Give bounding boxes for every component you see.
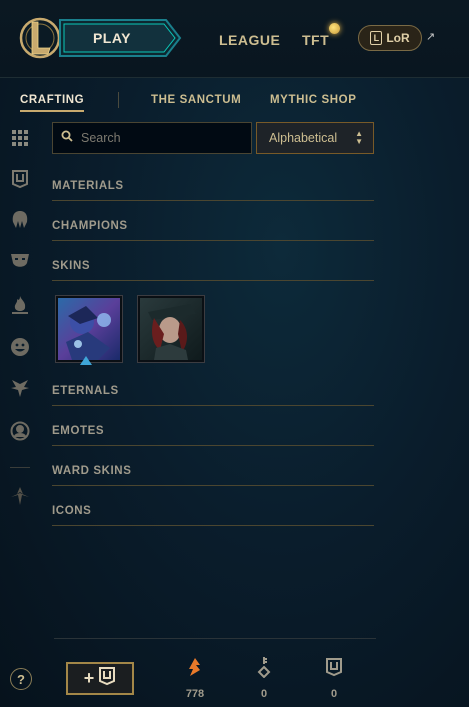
emote-face-icon[interactable] xyxy=(10,337,30,357)
section-label: EMOTES xyxy=(52,425,105,437)
active-tab-underline xyxy=(20,110,84,112)
grid-icon[interactable] xyxy=(10,128,30,148)
section-label: CHAMPIONS xyxy=(52,220,128,232)
search-input[interactable] xyxy=(81,131,241,145)
section-label: MATERIALS xyxy=(52,180,124,192)
play-button[interactable]: PLAY xyxy=(58,18,166,58)
nav-league[interactable]: LEAGUE xyxy=(219,32,280,48)
section-materials[interactable]: MATERIALS xyxy=(52,177,374,201)
orange-essence-icon xyxy=(185,656,205,678)
section-label: SKINS xyxy=(52,260,91,272)
chest-count: 0 xyxy=(330,688,338,700)
champion-helmet-icon[interactable] xyxy=(10,210,30,230)
search-icon xyxy=(61,129,73,147)
search-field[interactable] xyxy=(52,122,252,154)
arrow-icon[interactable] xyxy=(10,486,30,506)
notification-dot xyxy=(329,23,340,34)
nav-tft[interactable]: TFT xyxy=(302,32,329,48)
skin-art-2-icon xyxy=(140,298,202,360)
chest-icon xyxy=(324,656,344,678)
section-eternals[interactable]: ETERNALS xyxy=(52,382,374,406)
skin-tile[interactable] xyxy=(137,295,205,363)
rail-divider xyxy=(10,467,30,468)
plus-icon: + xyxy=(83,668,95,688)
section-label: WARD SKINS xyxy=(52,465,132,477)
chest-icon[interactable] xyxy=(10,169,30,189)
section-label: ICONS xyxy=(52,505,92,517)
tab-the-sanctum[interactable]: THE SANCTUM xyxy=(151,94,241,106)
section-ward-skins[interactable]: WARD SKINS xyxy=(52,462,374,486)
section-label: ETERNALS xyxy=(52,385,119,397)
external-link-icon: ↗ xyxy=(426,31,436,43)
lor-label: LoR xyxy=(386,31,410,45)
skin-tile[interactable] xyxy=(55,295,123,363)
selected-skin-marker-icon xyxy=(80,356,92,365)
sort-selected-value: Alphabetical xyxy=(269,131,338,145)
skin-art-1-icon xyxy=(58,298,120,360)
tab-mythic-shop[interactable]: MYTHIC SHOP xyxy=(270,94,356,106)
lor-logo-icon: L xyxy=(370,31,383,45)
skin-mask-icon[interactable] xyxy=(10,251,30,271)
fire-icon[interactable] xyxy=(10,295,30,315)
profile-icon[interactable] xyxy=(10,421,30,441)
orange-essence-count: 778 xyxy=(185,688,205,700)
add-chest-button[interactable]: + xyxy=(66,662,134,695)
tab-crafting[interactable]: CRAFTING xyxy=(20,94,84,106)
section-icons[interactable]: ICONS xyxy=(52,502,374,526)
sort-dropdown[interactable]: Alphabetical ▲ ▼ xyxy=(256,122,374,154)
league-logo-icon[interactable] xyxy=(18,14,62,62)
sort-caret-icon: ▲ ▼ xyxy=(355,129,363,146)
chest-icon xyxy=(98,666,116,691)
key-icon xyxy=(254,656,274,678)
help-button[interactable]: ? xyxy=(10,668,32,690)
bottom-divider xyxy=(54,638,376,639)
section-skins[interactable]: SKINS xyxy=(52,257,374,281)
section-champions[interactable]: CHAMPIONS xyxy=(52,217,374,241)
key-count: 0 xyxy=(260,688,268,700)
lor-button[interactable]: L LoR xyxy=(358,25,422,51)
ward-icon[interactable] xyxy=(10,378,30,398)
subnav-divider xyxy=(118,92,119,108)
section-emotes[interactable]: EMOTES xyxy=(52,422,374,446)
